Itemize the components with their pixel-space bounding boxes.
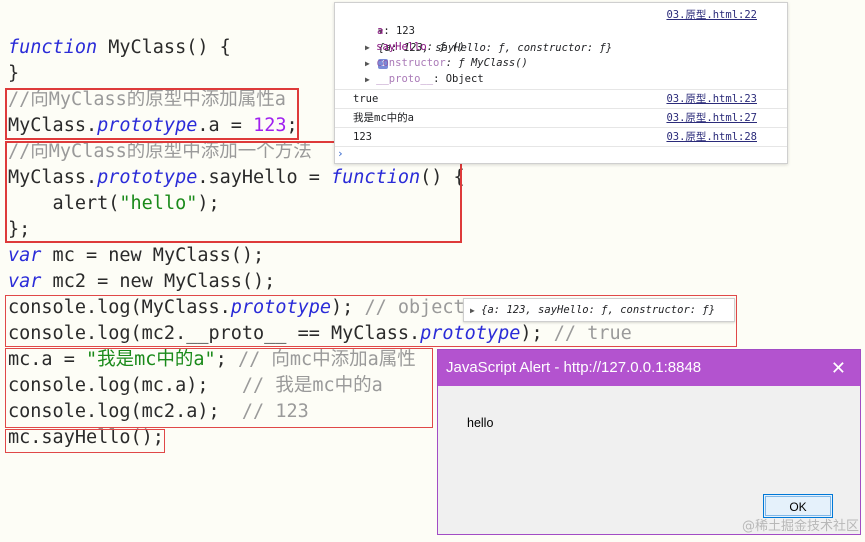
code-text: mc = new MyClass(); [41,245,265,266]
console-prompt-icon[interactable]: › [337,147,344,160]
prop-value: : 123 [383,25,415,37]
close-icon[interactable]: ✕ [831,350,846,386]
watermark: @稀土掘金技术社区 [741,519,859,534]
prop-key: __proto__ [376,73,434,85]
keyword: var [8,245,42,266]
console-source-row: 03.原型.html:23 [335,91,787,107]
console-prop-proto[interactable]: ▶ __proto__: Object [365,71,787,87]
highlight-box-property [5,88,299,140]
keyword: function [8,37,98,58]
prop-value: : Object [433,73,484,85]
alert-message: hello [467,416,494,430]
console-prop-a: a: 123 [377,23,787,39]
prop-key: constructor [376,57,446,69]
alert-title: JavaScript Alert - http://127.0.0.1:8848 [446,359,702,376]
source-link[interactable]: 03.原型.html:22 [666,7,757,23]
console-prop-sayhello[interactable]: ▶ sayHello: ƒ () [365,39,787,55]
code-line-2: } [8,61,19,87]
devtools-console: ▼ {a: 123, sayHello: ƒ, constructor: ƒ} … [334,2,788,164]
console-source-row: 03.原型.html:27 [335,110,787,126]
prop-value: : ƒ () [426,41,465,53]
alert-title-bar[interactable]: JavaScript Alert - http://127.0.0.1:8848… [438,350,860,386]
prop-key: sayHello [376,41,427,53]
object-preview-tooltip: ▶ {a: 123, sayHello: ƒ, constructor: ƒ} [463,298,735,322]
highlight-box-sayhello [5,429,165,453]
console-divider [335,146,787,147]
console-prop-constructor[interactable]: ▶ constructor: ƒ MyClass() [365,55,787,71]
code-text: } [8,63,20,84]
code-text: mc2 = new MyClass(); [41,271,276,292]
javascript-alert-dialog: JavaScript Alert - http://127.0.0.1:8848… [437,349,861,535]
tooltip-text: {a: 123, sayHello: ƒ, constructor: ƒ} [481,304,716,316]
expand-triangle-icon[interactable]: ▶ [464,306,475,315]
console-source-row: 03.原型.html:28 [335,129,787,145]
expand-triangle-icon[interactable]: ▶ [365,75,370,84]
console-source-row: 03.原型.html:22 [335,7,787,23]
expand-triangle-icon[interactable]: ▶ [365,43,370,52]
prop-value: : ƒ MyClass() [445,57,528,69]
code-text: MyClass() { [97,37,231,58]
console-divider [335,89,787,90]
source-link[interactable]: 03.原型.html:28 [666,129,757,145]
expand-triangle-icon[interactable]: ▶ [365,59,370,68]
source-link[interactable]: 03.原型.html:23 [666,91,757,107]
keyword: var [8,271,42,292]
code-line-1: function MyClass() { [8,35,231,61]
console-divider [335,127,787,128]
highlight-box-mc-a [5,348,433,428]
code-line-10: var mc2 = new MyClass(); [8,269,275,295]
console-divider [335,108,787,109]
source-link[interactable]: 03.原型.html:27 [666,110,757,126]
code-line-9: var mc = new MyClass(); [8,243,264,269]
